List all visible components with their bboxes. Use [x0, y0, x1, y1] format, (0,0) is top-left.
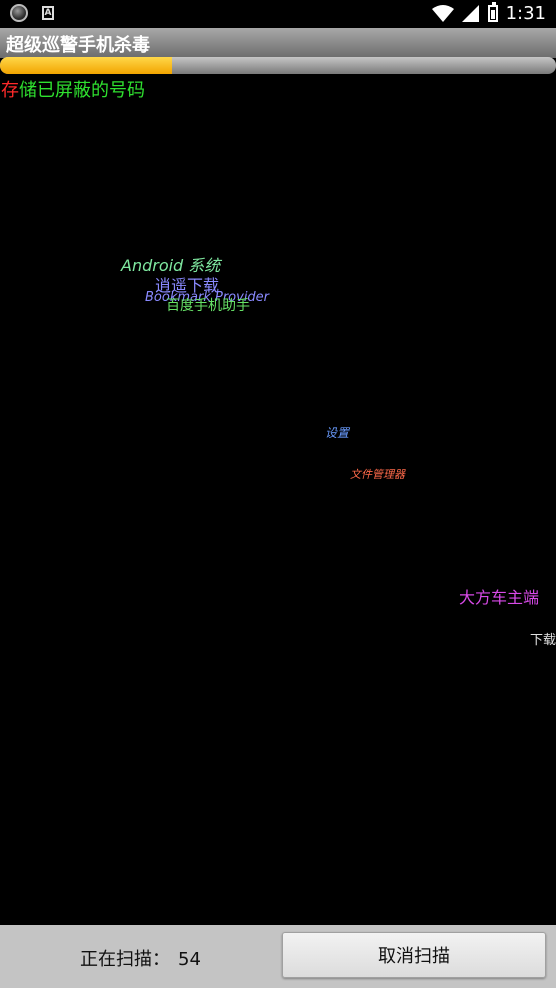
scan-progress-fill: [0, 57, 173, 74]
stored-first-char: 存: [1, 80, 19, 101]
stored-blocked-numbers-link[interactable]: 存储已屏蔽的号码: [1, 76, 145, 102]
status-bar: A 1:31: [0, 0, 556, 28]
floating-app-download: 下载: [530, 633, 556, 648]
scan-status-label: 正在扫描：: [80, 949, 170, 970]
floating-app-settings: 设置: [325, 426, 350, 440]
a-notification-icon: A: [42, 6, 54, 20]
floating-app-baidu: 百度手机助手: [166, 298, 250, 314]
notification-circle-icon: [10, 4, 28, 22]
floating-app-dafang: 大方车主端: [459, 588, 540, 607]
scan-status: 正在扫描： 54: [80, 945, 201, 971]
floating-app-file-manager: 文件管理器: [350, 468, 405, 481]
cell-signal-icon: [461, 4, 479, 22]
title-bar: 超级巡警手机杀毒: [0, 28, 556, 58]
stored-rest-text: 储已屏蔽的号码: [19, 80, 145, 101]
wifi-icon: [431, 4, 454, 22]
cancel-scan-button[interactable]: 取消扫描: [282, 932, 546, 978]
app-title: 超级巡警手机杀毒: [6, 35, 150, 56]
scan-progress-bar: [0, 57, 556, 74]
scan-count: 54: [178, 949, 201, 970]
clock: 1:31: [505, 3, 546, 24]
battery-icon: [487, 2, 498, 22]
